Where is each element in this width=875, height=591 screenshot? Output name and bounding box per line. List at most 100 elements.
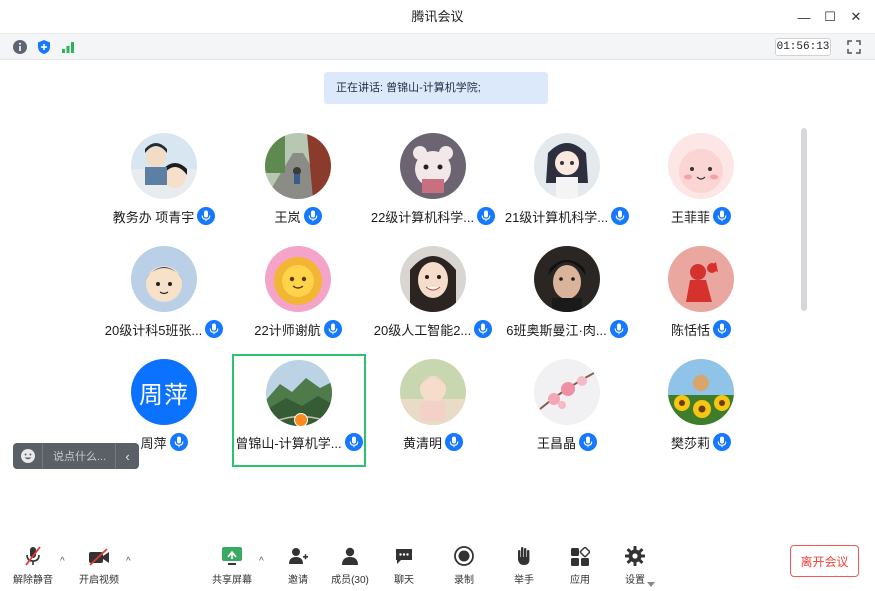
participant-tile[interactable]: 22计师谢航 bbox=[231, 246, 365, 359]
apps-grid-icon bbox=[570, 542, 590, 567]
participant-name: 22计师谢航 bbox=[254, 322, 321, 338]
mic-icon bbox=[169, 433, 188, 451]
mic-icon bbox=[323, 320, 342, 338]
avatar bbox=[534, 246, 600, 312]
participant-name: 6班奥斯曼江·肉... bbox=[506, 322, 607, 338]
members-button[interactable]: 成员(30) bbox=[330, 542, 370, 586]
meeting-toolbar: 01:56:13 bbox=[0, 34, 875, 60]
participant-name: 黄清明 bbox=[402, 435, 442, 451]
participant-tile[interactable]: 王岚 bbox=[231, 133, 365, 246]
mic-icon bbox=[713, 433, 731, 451]
minimize-button[interactable]: — bbox=[794, 7, 814, 27]
leave-meeting-button[interactable]: 离开会议 bbox=[790, 545, 859, 577]
participant-tile[interactable]: 王昌晶 bbox=[500, 359, 634, 472]
participant-tile[interactable]: 6班奥斯曼江·肉... bbox=[500, 246, 634, 359]
avatar bbox=[668, 246, 734, 312]
participant-tile[interactable]: 21级计算机科学... bbox=[500, 133, 634, 246]
apps-button[interactable]: 应用 bbox=[566, 542, 594, 586]
info-icon[interactable] bbox=[11, 38, 29, 56]
participant-tile[interactable]: 22级计算机科学... bbox=[366, 133, 500, 246]
emoji-icon[interactable] bbox=[13, 443, 43, 469]
participant-tile[interactable]: 陈恬恬 bbox=[634, 246, 768, 359]
avatar bbox=[400, 246, 466, 312]
participant-tile[interactable]: 樊莎莉 bbox=[634, 359, 768, 472]
participant-name: 教务办 项青宇 bbox=[112, 209, 195, 225]
participant-name: 王昌晶 bbox=[536, 435, 576, 451]
participant-name: 22级计算机科学... bbox=[370, 209, 475, 225]
avatar bbox=[131, 246, 197, 312]
speaking-indicator: 正在讲话: 曾锦山-计算机学院; bbox=[324, 72, 548, 104]
title-bar: 腾讯会议 — ☐ ✕ bbox=[0, 0, 875, 34]
mic-icon bbox=[713, 207, 731, 225]
camera-off-icon bbox=[87, 542, 111, 567]
mic-icon bbox=[344, 433, 363, 451]
record-icon bbox=[453, 542, 475, 567]
gear-icon bbox=[624, 542, 646, 567]
avatar bbox=[400, 359, 466, 425]
chat-button[interactable]: 聊天 bbox=[390, 542, 418, 586]
audio-options-chevron-icon[interactable]: ^ bbox=[60, 556, 65, 567]
chat-quick-input[interactable]: 说点什么... ‹ bbox=[13, 443, 139, 469]
invite-button[interactable]: 邀请 bbox=[282, 542, 314, 586]
participant-name: 陈恬恬 bbox=[670, 322, 710, 338]
chevron-left-icon[interactable]: ‹ bbox=[115, 443, 139, 469]
participant-name: 20级计科5班张... bbox=[104, 322, 203, 338]
mic-icon bbox=[477, 207, 496, 225]
mic-icon bbox=[713, 320, 731, 338]
mic-icon bbox=[303, 207, 322, 225]
mic-icon bbox=[445, 433, 463, 451]
add-user-icon bbox=[287, 542, 309, 567]
participant-tile[interactable]: 20级人工智能2... bbox=[366, 246, 500, 359]
avatar bbox=[534, 359, 600, 425]
hand-icon bbox=[514, 542, 534, 567]
mic-icon bbox=[611, 207, 630, 225]
fullscreen-icon[interactable] bbox=[845, 38, 863, 56]
participant-name: 21级计算机科学... bbox=[504, 209, 609, 225]
avatar bbox=[265, 133, 331, 199]
participant-tile[interactable]: 黄清明 bbox=[366, 359, 500, 472]
unmute-button[interactable]: 解除静音 bbox=[12, 542, 54, 586]
avatar bbox=[400, 133, 466, 199]
start-video-button[interactable]: 开启视频 bbox=[78, 542, 120, 586]
settings-button[interactable]: 设置 bbox=[621, 542, 649, 586]
participant-tile[interactable]: 20级计科5班张... bbox=[97, 246, 231, 359]
participant-name: 樊莎莉 bbox=[670, 435, 710, 451]
participant-name: 王岚 bbox=[274, 209, 301, 225]
participant-name: 20级人工智能2... bbox=[373, 322, 472, 338]
avatar bbox=[534, 133, 600, 199]
avatar bbox=[668, 359, 734, 425]
avatar bbox=[265, 246, 331, 312]
share-options-chevron-icon[interactable]: ^ bbox=[259, 556, 264, 567]
mic-icon bbox=[609, 320, 628, 338]
chat-placeholder[interactable]: 说点什么... bbox=[43, 448, 115, 464]
mic-icon bbox=[197, 207, 216, 225]
share-screen-icon bbox=[220, 542, 244, 567]
participant-name: 曾锦山-计算机学... bbox=[235, 435, 342, 451]
participant-scrollbar[interactable] bbox=[801, 128, 807, 311]
meeting-timer: 01:56:13 bbox=[775, 38, 831, 56]
participant-tile[interactable]: 教务办 项青宇 bbox=[97, 133, 231, 246]
mic-icon bbox=[474, 320, 493, 338]
avatar: 周萍 bbox=[131, 359, 197, 425]
mic-icon bbox=[205, 320, 224, 338]
participant-tile-active-speaker[interactable]: 曾锦山-计算机学... bbox=[232, 354, 366, 467]
record-button[interactable]: 录制 bbox=[450, 542, 478, 586]
close-button[interactable]: ✕ bbox=[846, 7, 866, 27]
shield-icon[interactable] bbox=[35, 38, 53, 56]
participant-name: 周萍 bbox=[140, 435, 167, 451]
share-screen-button[interactable]: 共享屏幕 bbox=[211, 542, 253, 586]
avatar bbox=[668, 133, 734, 199]
participant-name: 王菲菲 bbox=[670, 209, 710, 225]
control-bar: 解除静音 ^ 开启视频 ^ 共享屏幕 ^ 邀请 成员(30) 聊天 录制 举手 … bbox=[0, 536, 875, 591]
signal-icon[interactable] bbox=[59, 38, 77, 56]
maximize-button[interactable]: ☐ bbox=[820, 7, 840, 27]
muted-mic-icon bbox=[23, 542, 43, 567]
mic-icon bbox=[579, 433, 597, 451]
members-icon bbox=[339, 542, 361, 567]
window-title: 腾讯会议 bbox=[411, 9, 464, 24]
video-options-chevron-icon[interactable]: ^ bbox=[126, 556, 131, 567]
more-indicator-icon bbox=[647, 582, 655, 587]
participant-tile[interactable]: 王菲菲 bbox=[634, 133, 768, 246]
host-icon bbox=[294, 413, 308, 427]
raise-hand-button[interactable]: 举手 bbox=[510, 542, 538, 586]
